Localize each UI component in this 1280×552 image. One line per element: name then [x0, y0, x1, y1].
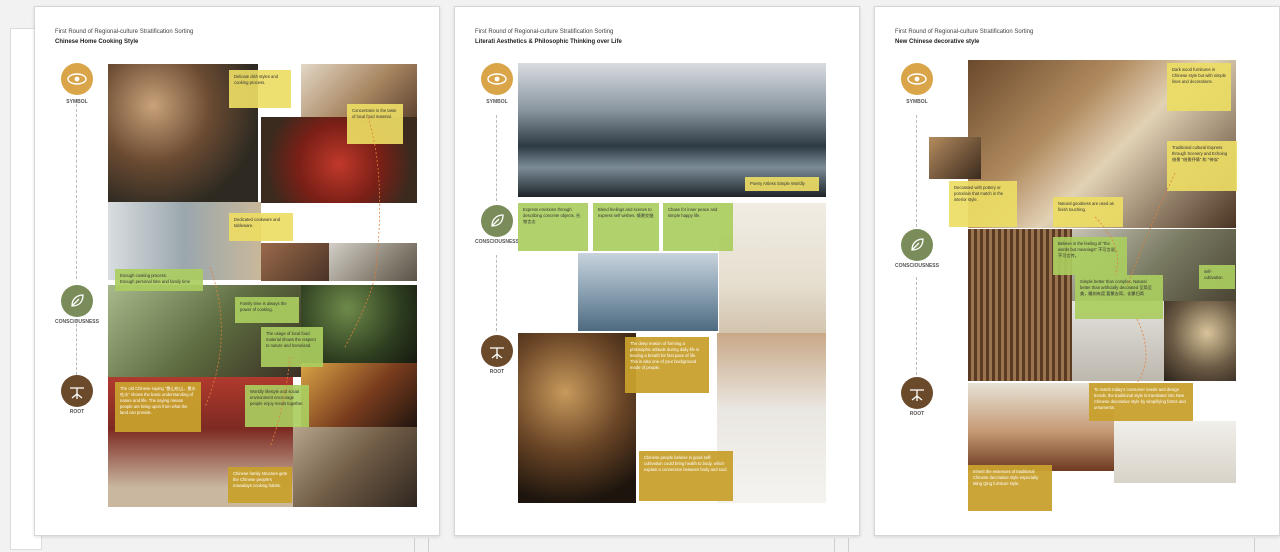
symbol-level-icon: [481, 63, 513, 95]
calligraphy-brush-photo: [717, 333, 826, 503]
divider: [414, 538, 415, 552]
divider: [496, 115, 497, 201]
board-page-literati[interactable]: First Round of Regional-culture Stratifi…: [454, 6, 860, 536]
note-poetry: Poetry Artless Simple Worldly: [745, 177, 819, 191]
note-blend-feelings: Blend feelings and scenes to express sel…: [593, 203, 659, 251]
calligraphy-painting-photo: [719, 203, 826, 335]
misty-lake-photo: [578, 253, 718, 331]
connector-arrows: [204, 116, 381, 448]
page-title: First Round of Regional-culture Stratifi…: [475, 29, 614, 35]
note-philosophic-attitude: The deep reason of forming a philosophic…: [625, 337, 709, 393]
page-subtitle: Literati Aesthetics & Philosophic Thinki…: [475, 39, 622, 45]
consciousness-level-icon: [481, 205, 513, 237]
tea-pouring-photo: [518, 333, 636, 503]
divider: [1254, 538, 1255, 552]
connector-arrows: [1094, 172, 1176, 384]
note-self-cultivation: Chinese people believe in good self-cult…: [639, 451, 733, 501]
divider: [834, 538, 835, 552]
note-express-emotions: Express emotions through describing conc…: [518, 203, 588, 251]
board-page-decorative[interactable]: First Round of Regional-culture Stratifi…: [874, 6, 1280, 536]
board-page-cooking[interactable]: First Round of Regional-culture Stratifi…: [34, 6, 440, 536]
root-level-icon: [481, 335, 513, 367]
divider: [848, 538, 849, 552]
divider: [496, 255, 497, 331]
note-inner-peace: Chase for inner peace and simple happy l…: [663, 203, 733, 251]
divider: [428, 538, 429, 552]
